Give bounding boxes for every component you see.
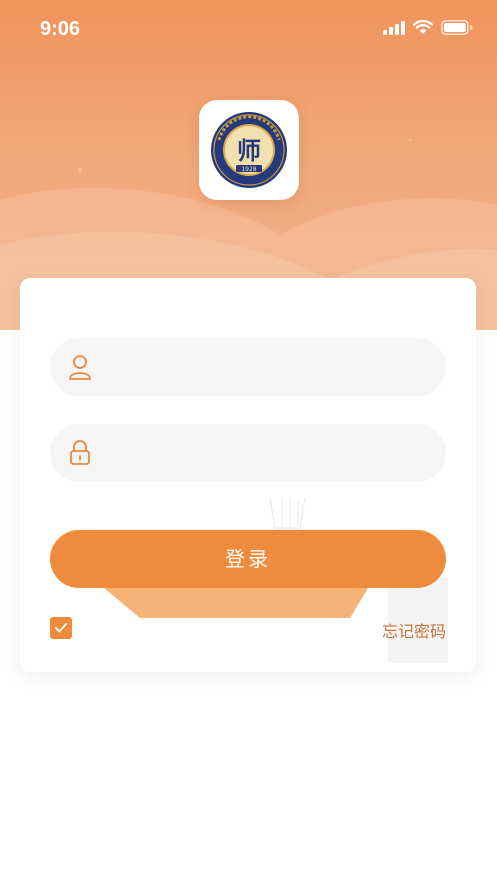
status-time: 9:06 <box>40 18 81 40</box>
password-field[interactable] <box>50 424 446 482</box>
remember-checkbox[interactable] <box>50 617 72 639</box>
lock-icon <box>70 440 90 465</box>
user-icon <box>69 355 91 380</box>
password-input[interactable] <box>106 433 426 473</box>
wifi-icon <box>413 20 433 34</box>
remember-label[interactable]: 忘记密码 <box>382 618 446 642</box>
signal-icon <box>383 20 405 35</box>
login-button[interactable]: 登录 <box>50 530 446 588</box>
school-emblem-icon: 师 1928 <box>211 112 287 188</box>
login-card: 登录 忘记密码 <box>20 278 476 672</box>
status-bar: 9:06 <box>0 0 497 60</box>
username-field[interactable] <box>50 338 446 396</box>
app-logo: 师 1928 <box>199 100 299 200</box>
battery-icon <box>441 20 473 35</box>
status-icons <box>383 20 473 35</box>
checkmark-icon <box>55 623 67 633</box>
username-input[interactable] <box>106 347 426 387</box>
emblem-year: 1928 <box>241 166 256 173</box>
emblem-char: 师 <box>237 137 261 165</box>
